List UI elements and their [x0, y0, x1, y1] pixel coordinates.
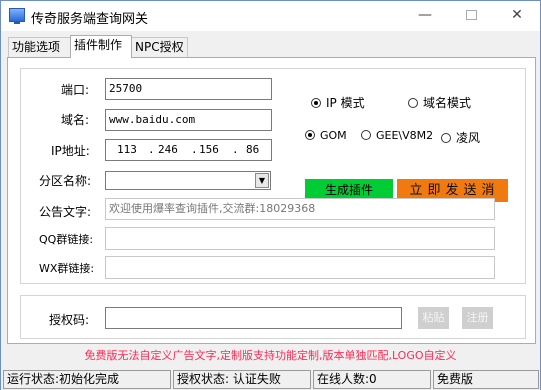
- paste-button[interactable]: 粘贴: [418, 307, 449, 329]
- dropdown-arrow-icon[interactable]: ▼: [255, 173, 269, 188]
- auth-group: 授权码: 粘贴 注册: [20, 295, 526, 339]
- domain-input[interactable]: www.baidu.com: [105, 109, 272, 131]
- ip-dot: .: [232, 143, 239, 156]
- qq-link-label: QQ群链接:: [39, 233, 94, 246]
- auth-code-label: 授权码:: [49, 313, 90, 327]
- radio-icon: [311, 98, 321, 108]
- ip-dot: .: [148, 143, 155, 156]
- region-select[interactable]: ▼: [105, 171, 271, 190]
- radio-icon: [441, 133, 451, 143]
- qq-link-input[interactable]: [105, 227, 495, 250]
- mode-domain-radio[interactable]: 域名模式: [408, 94, 471, 111]
- tab-function-options[interactable]: 功能选项: [8, 37, 71, 57]
- domain-label: 域名:: [61, 113, 90, 127]
- engine-lingfeng-radio[interactable]: 凌风: [441, 129, 480, 146]
- engine-lingfeng-label: 凌风: [456, 131, 481, 145]
- window-title: 传奇服务端查询网关: [31, 12, 149, 27]
- online-count: 在线人数:0: [313, 370, 431, 389]
- minimize-button[interactable]: —: [402, 1, 448, 31]
- notice-text-input[interactable]: 欢迎使用爆率查询插件,交流群:18029368: [105, 198, 495, 220]
- register-button[interactable]: 注册: [462, 307, 493, 329]
- close-button[interactable]: ✕: [494, 1, 540, 31]
- wx-link-label: WX群链接:: [39, 262, 95, 275]
- monitor-icon: [9, 8, 25, 24]
- run-status: 运行状态:初始化完成: [3, 370, 171, 389]
- radio-icon: [361, 130, 371, 140]
- port-label: 端口:: [61, 83, 90, 97]
- engine-gom-radio[interactable]: GOM: [305, 129, 347, 142]
- ip-octet-1[interactable]: 113: [117, 140, 137, 160]
- ip-octet-4[interactable]: 86: [246, 140, 259, 160]
- ip-octet-2[interactable]: 246: [158, 140, 178, 160]
- edition-status: 免费版: [433, 370, 539, 389]
- auth-status: 授权状态: 认证失败: [173, 370, 311, 389]
- engine-gee-label: GEE\V8M2: [376, 129, 434, 142]
- plugin-panel: 端口: 25700 域名: www.baidu.com IP地址: 113 . …: [7, 57, 536, 344]
- mode-domain-label: 域名模式: [423, 96, 472, 110]
- mode-ip-label: IP 模式: [326, 96, 365, 110]
- app-window: 传奇服务端查询网关 — ✕ 功能选项 插件制作 NPC授权 端口: 25700 …: [0, 0, 541, 390]
- ip-label: IP地址:: [51, 144, 90, 158]
- radio-icon: [305, 130, 315, 140]
- region-label: 分区名称:: [39, 174, 92, 188]
- port-input[interactable]: 25700: [105, 78, 272, 100]
- radio-icon: [408, 98, 418, 108]
- engine-gee-radio[interactable]: GEE\V8M2: [361, 129, 433, 142]
- auth-code-input[interactable]: [105, 307, 402, 329]
- ip-dot: .: [191, 143, 198, 156]
- mode-ip-radio[interactable]: IP 模式: [311, 94, 365, 111]
- wx-link-input[interactable]: [105, 256, 495, 279]
- tab-plugin-making[interactable]: 插件制作: [70, 35, 132, 58]
- plugin-settings-group: 端口: 25700 域名: www.baidu.com IP地址: 113 . …: [20, 68, 526, 284]
- maximize-icon: [465, 10, 477, 20]
- status-bar: 运行状态:初始化完成 授权状态: 认证失败 在线人数:0 免费版: [1, 369, 540, 390]
- edition-notice: 免费版无法自定义广告文字,定制版支持功能定制,版本单独匹配,LOGO自定义: [84, 349, 457, 362]
- ip-address-input[interactable]: 113 . 246 . 156 . 86: [105, 139, 272, 161]
- maximize-button[interactable]: [448, 1, 494, 31]
- tab-npc-auth[interactable]: NPC授权: [131, 37, 188, 57]
- notice-text-label: 公告文字:: [39, 205, 92, 219]
- ip-octet-3[interactable]: 156: [199, 140, 219, 160]
- engine-gom-label: GOM: [320, 129, 347, 142]
- title-bar[interactable]: 传奇服务端查询网关 — ✕: [1, 1, 540, 31]
